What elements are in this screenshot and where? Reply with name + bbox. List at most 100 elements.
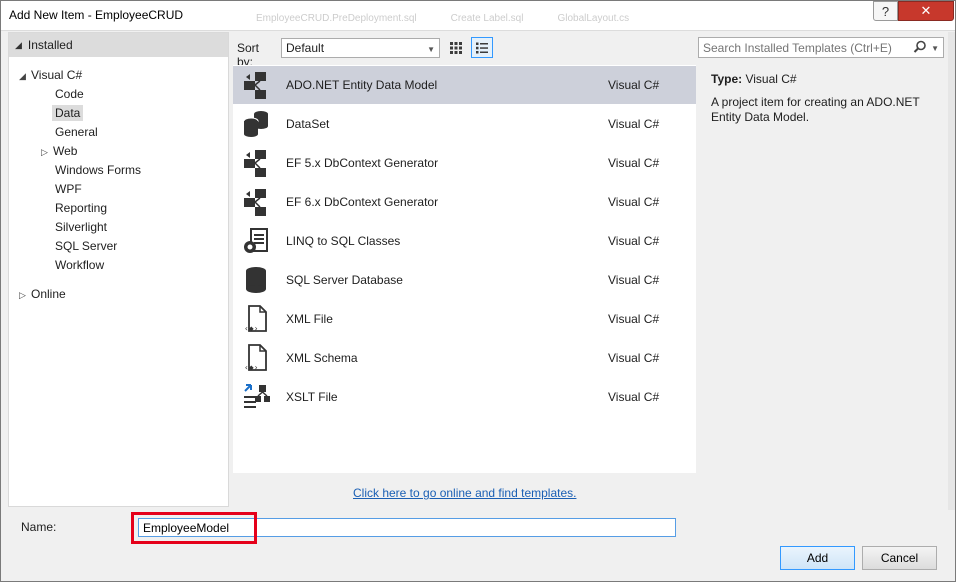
entity-model-icon [244,72,266,99]
entity-model-icon [244,150,266,177]
search-input[interactable] [699,38,899,57]
close-button[interactable]: ✕ [898,1,954,21]
tree-item-wpf[interactable]: WPF [55,180,82,198]
tree-item-label: WPF [55,182,82,196]
template-language: Visual C# [608,156,660,170]
template-item-xml-file[interactable]: ‹◆› XML File Visual C# [233,300,696,338]
template-name: LINQ to SQL Classes [286,234,401,248]
collapsed-arrow-icon[interactable]: ▷ [41,143,53,161]
dialog-title: Add New Item - EmployeeCRUD [9,8,184,22]
template-language: Visual C# [608,273,660,287]
template-name: XML Schema [286,351,358,365]
sort-by-dropdown[interactable]: Default ▼ [281,38,440,58]
installed-header[interactable]: ◢ Installed [9,33,228,57]
background-tab: Create Label.sql [450,13,524,24]
help-button[interactable]: ? [873,1,898,21]
template-item-sql-server-database[interactable]: SQL Server Database Visual C# [233,261,696,299]
tree-item-workflow[interactable]: Workflow [55,256,104,274]
tree-item-label: General [55,125,98,139]
name-label: Name: [21,520,57,534]
title-bar: Add New Item - EmployeeCRUD EmployeeCRUD… [1,1,955,31]
xslt-icon [244,384,270,408]
template-item-linq-to-sql[interactable]: LINQ to SQL Classes Visual C# [233,222,696,260]
template-name: XML File [286,312,333,326]
template-item-ado-net-entity-data-model[interactable]: ADO.NET Entity Data Model Visual C# [233,66,696,104]
tree-item-label: Code [55,87,84,101]
grid-view-icon [450,41,462,54]
search-icon[interactable] [913,40,927,57]
xml-file-icon: ‹◆› [244,344,267,372]
template-language: Visual C# [608,195,660,209]
type-line: Type: Visual C# [711,72,797,86]
chevron-down-icon[interactable]: ▼ [931,44,939,53]
tree-item-visual-csharp[interactable]: ◢ Visual C# [19,66,82,84]
tree-item-reporting[interactable]: Reporting [55,199,107,217]
template-language: Visual C# [608,390,660,404]
template-item-ef5-dbcontext-generator[interactable]: EF 5.x DbContext Generator Visual C# [233,144,696,182]
tree-item-data[interactable]: Data [52,104,84,122]
chevron-down-icon: ▼ [427,45,435,54]
svg-text:‹◆›: ‹◆› [244,324,258,333]
tree-item-label: Reporting [55,201,108,215]
name-input[interactable] [138,518,676,537]
list-view-button[interactable] [471,37,493,58]
template-name: SQL Server Database [286,273,403,287]
database-icon [246,267,266,293]
template-language: Visual C# [608,312,660,326]
template-item-ef6-dbcontext-generator[interactable]: EF 6.x DbContext Generator Visual C# [233,183,696,221]
tree-item-label: Workflow [55,258,105,272]
expanded-arrow-icon: ◢ [19,71,26,81]
category-tree: ◢ Installed ◢ Visual C# Code Data General… [8,32,229,507]
template-name: ADO.NET Entity Data Model [286,78,438,92]
tree-item-general[interactable]: General [55,123,98,141]
template-name: XSLT File [286,390,338,404]
vertical-scrollbar[interactable] [948,32,955,510]
background-tab: GlobalLayout.cs [557,13,630,24]
add-button[interactable]: Add [780,546,855,570]
add-new-item-dialog: Add New Item - EmployeeCRUD EmployeeCRUD… [0,0,956,582]
tree-item-online[interactable]: ▷ Online [19,285,66,303]
entity-model-icon [244,189,266,216]
template-name: DataSet [286,117,330,131]
search-templates-box[interactable]: ▼ [698,37,944,58]
template-item-dataset[interactable]: DataSet Visual C# [233,105,696,143]
template-language: Visual C# [608,234,660,248]
background-tab: EmployeeCRUD.PreDeployment.sql [256,13,417,24]
tree-item-label: SQL Server [55,239,118,253]
tree-item-label: Online [31,287,66,301]
small-icons-view-button[interactable] [445,37,467,58]
template-name: EF 5.x DbContext Generator [286,156,439,170]
template-list: ADO.NET Entity Data Model Visual C# Data… [233,65,696,473]
tree-item-label: Windows Forms [55,163,142,177]
sort-by-value: Default [286,41,325,55]
svg-text:‹◆›: ‹◆› [244,363,258,372]
template-language: Visual C# [608,78,660,92]
xml-file-icon: ‹◆› [244,305,267,333]
template-language: Visual C# [608,351,660,365]
tree-item-silverlight[interactable]: Silverlight [55,218,107,236]
list-view-icon [476,42,488,53]
tree-item-label: Visual C# [31,68,83,82]
tree-item-label: Web [53,144,78,158]
linq-icon [244,228,268,253]
cancel-button[interactable]: Cancel [862,546,937,570]
template-language: Visual C# [608,117,660,131]
template-item-xslt-file[interactable]: XSLT File Visual C# [233,378,696,416]
template-description: A project item for creating an ADO.NET E… [711,95,920,124]
online-templates-link[interactable]: Click here to go online and find templat… [353,486,576,500]
expanded-arrow-icon: ◢ [15,39,22,50]
type-value: Visual C# [745,72,797,86]
tree-item-windows-forms[interactable]: Windows Forms [55,161,141,179]
type-label: Type: [711,72,743,86]
background-tabs: EmployeeCRUD.PreDeployment.sql Create La… [256,13,629,27]
collapsed-arrow-icon[interactable]: ▷ [19,286,31,304]
tree-item-label: Silverlight [55,220,108,234]
installed-label: Installed [27,38,73,52]
template-name: EF 6.x DbContext Generator [286,195,439,209]
tree-item-sql-server[interactable]: SQL Server [55,237,117,255]
tree-item-label: Data [52,105,84,121]
template-item-xml-schema[interactable]: ‹◆› XML Schema Visual C# [233,339,696,377]
tree-item-code[interactable]: Code [55,85,84,103]
dataset-icon [243,111,268,137]
tree-item-web[interactable]: ▷ Web [41,142,77,160]
